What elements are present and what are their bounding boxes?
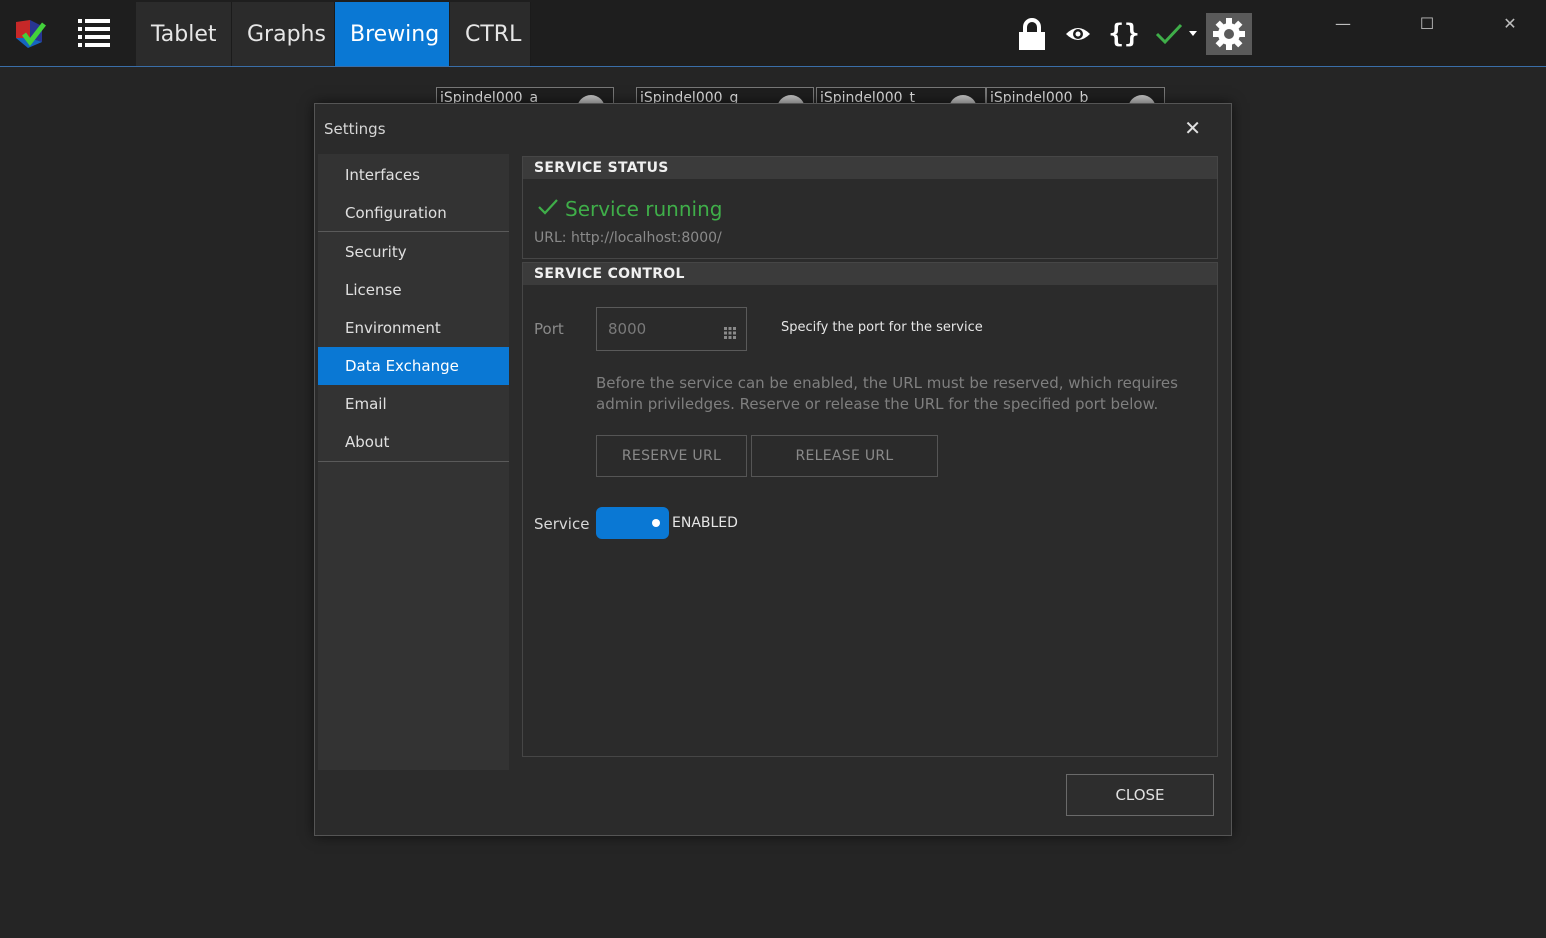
service-state: Service running — [537, 197, 722, 221]
service-control-panel: SERVICE CONTROL Port 8000 Specify the po… — [522, 262, 1218, 757]
service-state-text: Service running — [565, 197, 723, 221]
dialog-title: Settings — [324, 120, 386, 138]
checkmark-icon[interactable] — [1154, 16, 1184, 52]
release-url-button[interactable]: RELEASE URL — [751, 435, 938, 477]
close-icon[interactable]: ✕ — [1184, 116, 1201, 140]
nav-divider — [318, 461, 509, 462]
gear-icon[interactable] — [1206, 13, 1252, 55]
toggle-knob — [652, 519, 660, 527]
settings-nav: Interfaces Configuration Security Licens… — [318, 154, 509, 770]
dropdown-caret-icon[interactable] — [1188, 16, 1198, 52]
service-url: URL: http://localhost:8000/ — [534, 230, 722, 246]
reserve-url-button[interactable]: RESERVE URL — [596, 435, 747, 477]
nav-item-interfaces[interactable]: Interfaces — [318, 156, 509, 194]
tab-ctrl[interactable]: CTRL — [450, 2, 531, 66]
service-control-heading: SERVICE CONTROL — [523, 263, 1217, 285]
settings-dialog: Settings ✕ Interfaces Configuration Secu… — [314, 103, 1232, 836]
lock-icon[interactable] — [1016, 16, 1048, 52]
checkmark-icon — [537, 197, 559, 221]
service-status-heading: SERVICE STATUS — [523, 157, 1217, 179]
app-logo-icon[interactable] — [12, 16, 48, 52]
keypad-icon[interactable] — [724, 324, 736, 343]
nav-item-configuration[interactable]: Configuration — [318, 194, 509, 232]
top-toolbar: Tablet Graphs Brewing CTRL {} — ☐ ✕ — [0, 0, 1546, 67]
maximize-button[interactable]: ☐ — [1412, 14, 1442, 33]
service-toggle-state: ENABLED — [672, 515, 738, 531]
tab-graphs[interactable]: Graphs — [232, 2, 335, 66]
menu-list-icon[interactable] — [76, 16, 112, 50]
reserve-description: Before the service can be enabled, the U… — [596, 374, 1178, 413]
tab-tablet[interactable]: Tablet — [136, 2, 232, 66]
nav-item-email[interactable]: Email — [318, 385, 509, 423]
nav-item-license[interactable]: License — [318, 271, 509, 309]
port-input[interactable]: 8000 — [596, 307, 747, 351]
eye-icon[interactable] — [1062, 16, 1094, 52]
close-button[interactable]: CLOSE — [1066, 774, 1214, 816]
minimize-button[interactable]: — — [1328, 14, 1358, 33]
window-close-button[interactable]: ✕ — [1495, 14, 1525, 33]
nav-item-environment[interactable]: Environment — [318, 309, 509, 347]
service-status-panel: SERVICE STATUS Service running URL: http… — [522, 156, 1218, 259]
nav-item-security[interactable]: Security — [318, 233, 509, 271]
port-hint: Specify the port for the service — [781, 320, 983, 335]
nav-divider — [318, 231, 509, 232]
service-label: Service — [534, 515, 590, 533]
braces-icon[interactable]: {} — [1108, 16, 1140, 52]
service-toggle[interactable] — [596, 507, 669, 539]
port-label: Port — [534, 320, 564, 338]
tab-brewing[interactable]: Brewing — [335, 2, 450, 66]
nav-item-data-exchange[interactable]: Data Exchange — [318, 347, 509, 385]
main-tabs: Tablet Graphs Brewing CTRL — [136, 2, 531, 66]
port-value: 8000 — [608, 320, 647, 338]
nav-item-about[interactable]: About — [318, 423, 509, 461]
